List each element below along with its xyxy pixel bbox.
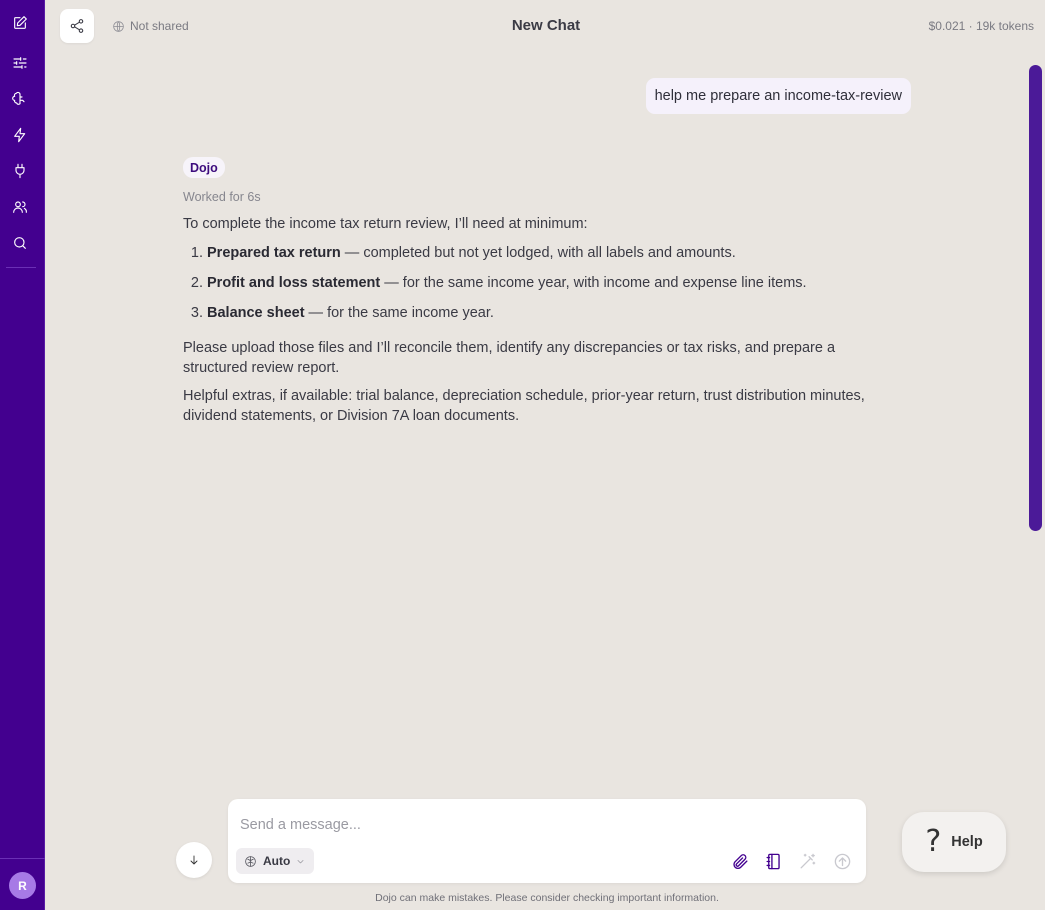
brain-icon xyxy=(245,855,256,867)
send-button[interactable] xyxy=(831,850,853,872)
attach-paperclip-icon[interactable] xyxy=(729,850,751,872)
usage-cost: $0.021 · 19k tokens xyxy=(928,19,1034,33)
question-mark-icon: ? xyxy=(925,824,942,859)
plug-icon[interactable] xyxy=(11,162,29,180)
user-message: help me prepare an income-tax-review xyxy=(645,78,911,114)
lightning-icon[interactable] xyxy=(11,126,29,144)
list-item-detail: — completed but not yet lodged, with all… xyxy=(340,245,736,261)
user-avatar[interactable]: R xyxy=(9,872,36,899)
message-composer: Auto xyxy=(228,799,866,883)
list-item-detail: — for the same income year, with income … xyxy=(380,275,807,291)
brain-icon[interactable] xyxy=(11,90,29,108)
answer-paragraph: Helpful extras, if available: trial bala… xyxy=(183,388,865,424)
answer-intro: To complete the income tax return review… xyxy=(183,216,588,232)
help-label: Help xyxy=(951,834,983,850)
list-item-detail: — for the same income year. xyxy=(304,305,494,321)
model-selector-label: Auto xyxy=(263,854,291,868)
list-item: Prepared tax return — completed but not … xyxy=(207,243,903,263)
answer-paragraph: Please upload those files and I’ll recon… xyxy=(183,340,836,376)
help-button[interactable]: ? Help xyxy=(902,812,1006,872)
requirements-list: Prepared tax return — completed but not … xyxy=(183,243,903,323)
search-icon[interactable] xyxy=(11,234,29,252)
list-item-title: Balance sheet xyxy=(207,305,305,321)
arrow-down-icon xyxy=(190,855,198,865)
scroll-to-bottom-button[interactable] xyxy=(176,842,212,878)
sliders-icon[interactable] xyxy=(11,54,29,72)
assistant-message: To complete the income tax return review… xyxy=(183,214,903,434)
list-item: Balance sheet — for the same income year… xyxy=(207,303,903,323)
sidebar: R xyxy=(0,0,45,910)
notebook-icon[interactable] xyxy=(762,850,784,872)
list-item: Profit and loss statement — for the same… xyxy=(207,273,903,293)
list-item-title: Prepared tax return xyxy=(207,245,341,261)
model-selector[interactable]: Auto xyxy=(236,848,315,874)
message-input[interactable] xyxy=(240,813,840,837)
sidebar-divider xyxy=(6,267,36,268)
disclaimer-text: Dojo can make mistakes. Please consider … xyxy=(375,892,719,904)
agent-name-badge: Dojo xyxy=(183,157,225,178)
list-item-title: Profit and loss statement xyxy=(207,275,381,291)
chevron-down-icon xyxy=(297,859,304,863)
page-title: New Chat xyxy=(511,17,581,34)
sidebar-footer-divider xyxy=(0,858,45,859)
magic-wand-icon[interactable] xyxy=(796,850,818,872)
worked-duration[interactable]: Worked for 6s xyxy=(183,190,261,204)
scrollbar-thumb[interactable] xyxy=(1029,65,1042,531)
users-icon[interactable] xyxy=(11,198,29,216)
